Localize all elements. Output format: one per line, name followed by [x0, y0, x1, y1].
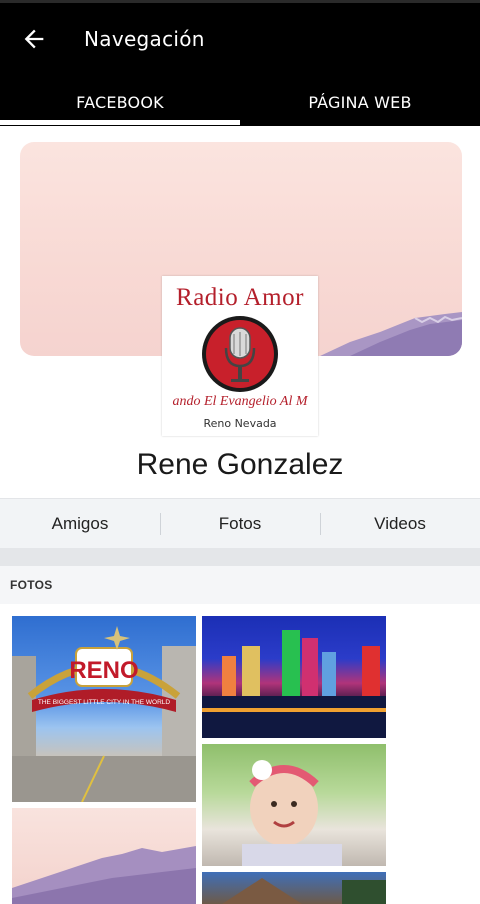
tab-selected-indicator [0, 120, 240, 125]
mountain-image [12, 846, 196, 904]
arrow-left-icon[interactable] [20, 25, 48, 53]
photo-city-night[interactable] [202, 616, 386, 738]
app-bar: Navegación [0, 0, 480, 78]
baby-photo-image [242, 760, 342, 866]
photo-house[interactable] [202, 872, 386, 904]
tab-videos[interactable]: Videos [320, 499, 480, 549]
section-title: FOTOS [10, 578, 53, 592]
facebook-profile-view: Radio Amor ando El Evangelio Al M Reno N… [0, 126, 480, 904]
page-title: Navegación [84, 27, 205, 51]
logo-subtitle: ando El Evangelio Al M [172, 394, 308, 409]
tab-photos[interactable]: Fotos [160, 499, 320, 549]
photo-mountain[interactable] [12, 808, 196, 904]
photos-section-header: FOTOS [0, 566, 480, 604]
tab-bar: FACEBOOK PÁGINA WEB [0, 78, 480, 126]
section-divider [0, 548, 480, 566]
profile-picture[interactable]: Radio Amor ando El Evangelio Al M Reno N… [162, 276, 318, 436]
microphone-icon [202, 316, 278, 392]
house-image [222, 878, 386, 904]
reno-sign-name: RENO [69, 657, 138, 684]
photo-grid: RENO THE BIGGEST LITTLE CITY IN THE WORL… [0, 604, 480, 904]
city-skyline-image [202, 630, 386, 738]
tab-friends[interactable]: Amigos [0, 499, 160, 549]
tab-facebook[interactable]: FACEBOOK [0, 78, 240, 126]
photo-reno-arch[interactable]: RENO THE BIGGEST LITTLE CITY IN THE WORL… [12, 616, 196, 802]
logo-location: Reno Nevada [203, 417, 277, 430]
tab-web-page[interactable]: PÁGINA WEB [240, 78, 480, 126]
reno-sign-slogan: THE BIGGEST LITTLE CITY IN THE WORLD [38, 699, 170, 706]
logo-title: Radio Amor [176, 284, 304, 311]
profile-name: Rene Gonzalez [136, 448, 344, 481]
profile-tab-bar: Amigos Fotos Videos [0, 498, 480, 550]
reno-arch-image: RENO THE BIGGEST LITTLE CITY IN THE WORL… [12, 626, 196, 802]
photo-baby[interactable] [202, 744, 386, 866]
